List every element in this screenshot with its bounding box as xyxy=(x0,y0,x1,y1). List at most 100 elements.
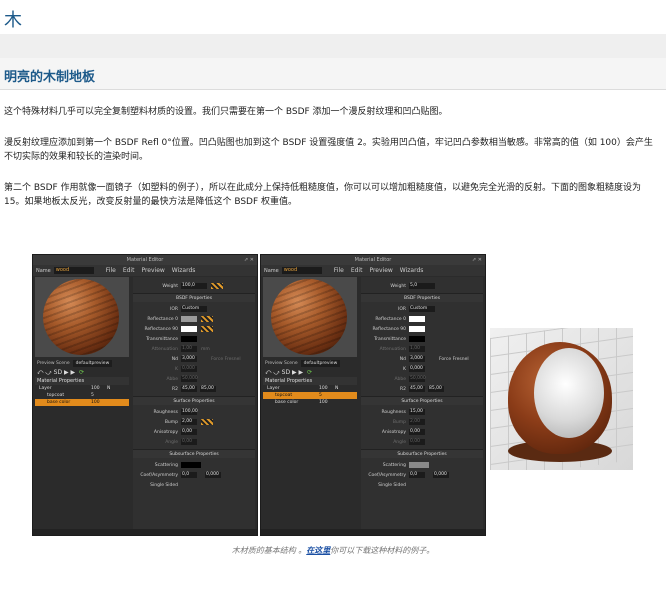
angle-field: 0,00 xyxy=(409,439,425,445)
reflectance-0-label: Reflectance 0 xyxy=(147,316,178,322)
transmittance-swatch xyxy=(181,336,197,342)
k-field: 0,000 xyxy=(409,366,425,372)
download-link[interactable]: 在这里 xyxy=(306,546,330,555)
editor-title: Material Editor xyxy=(354,257,392,263)
layer-row: base color 100 xyxy=(263,399,357,406)
weight-field: 5,0 xyxy=(409,283,435,289)
attenuation-row: Attenuation 1,00 mm xyxy=(133,344,255,354)
bump-row: Bump 2,00 xyxy=(133,417,255,427)
abbe-row: Abbe 50,000 xyxy=(361,374,483,384)
texture-slot-icon xyxy=(201,326,213,332)
angle-field: 0,00 xyxy=(181,439,197,445)
preview-viewport xyxy=(35,277,129,357)
window-buttons: ⇗ ✕ xyxy=(472,257,482,263)
layer-row-selected: base color 100 xyxy=(35,399,129,406)
layer-toolbar: ⤺ ⤻ SD ▶ ▶ ⟳ xyxy=(263,368,357,377)
coef-field-b: 0,000 xyxy=(205,472,221,478)
bsdf-properties-header: BSDF Properties xyxy=(361,293,483,302)
layer-row: Layer 100 N xyxy=(35,385,129,392)
scattering-swatch xyxy=(181,462,201,468)
roughness-row: Roughness 100,00 xyxy=(133,407,255,417)
r2-label: R2 xyxy=(400,386,406,392)
texture-slot-icon xyxy=(201,419,213,425)
coef-row: Coef/Asymmetry 0,0 0,000 xyxy=(361,470,483,480)
reflectance-90-row: Reflectance 90 xyxy=(361,324,483,334)
reflectance-0-row: Reflectance 0 xyxy=(133,314,255,324)
transmittance-label: Transmittance xyxy=(374,336,406,342)
coef-field-a: 0,0 xyxy=(409,472,425,478)
weight-field: 100,0 xyxy=(181,283,207,289)
roughness-row: Roughness 15,00 xyxy=(361,407,483,417)
name-field: wood xyxy=(53,267,94,274)
editor-menu: File Edit Preview Wizards xyxy=(106,267,196,274)
r2-field-a: 45,00 xyxy=(181,386,197,392)
layer-toolbar: ⤺ ⤻ SD ▶ ▶ ⟳ xyxy=(35,368,129,377)
bsdf-properties-header: BSDF Properties xyxy=(133,293,255,302)
texture-slot-icon xyxy=(211,283,223,289)
k-label: K xyxy=(175,366,178,372)
attenuation-field: 1,00 xyxy=(409,346,425,352)
anisotropy-row: Anisotropy 0,00 xyxy=(361,427,483,437)
material-properties-label: Material Properties xyxy=(35,377,129,385)
r2-row: R2 45,00 85,00 xyxy=(133,384,255,394)
editor-properties-column: Weight 100,0 BSDF Properties IOR Custom Re… xyxy=(133,277,255,533)
nd-row: Nd 3,000 Force Fresnel xyxy=(361,354,483,364)
layer-name: base color xyxy=(275,400,299,405)
single-sided-row: Single Sided xyxy=(361,480,483,490)
editor-name-bar: Name wood File Edit Preview Wizards xyxy=(33,265,257,276)
ior-select: Custom xyxy=(181,306,207,312)
reflectance-0-row: Reflectance 0 xyxy=(361,314,483,324)
subsurface-properties-header: Subsurface Properties xyxy=(133,449,255,458)
scattering-swatch xyxy=(409,462,429,468)
transmittance-row: Transmittance xyxy=(361,334,483,344)
layer-name: topcoat xyxy=(47,393,65,398)
layer-mode: N xyxy=(107,386,111,391)
render-inner-sphere xyxy=(534,348,604,438)
layer-tool-icons: ⤺ ⤻ SD ▶ ▶ xyxy=(265,368,304,376)
angle-label: Angle xyxy=(165,439,178,445)
abbe-field: 50,000 xyxy=(409,376,426,382)
caption-text-before: 木材质的基本结构 。 xyxy=(231,546,307,555)
roughness-field: 100,00 xyxy=(181,409,198,415)
roughness-label: Roughness xyxy=(381,409,406,415)
menu-wizards: Wizards xyxy=(399,267,424,274)
attenuation-row: Attenuation 1,00 xyxy=(361,344,483,354)
preview-scene-label: Preview Scene xyxy=(265,360,298,366)
editor-left-column: Preview Scene defaultpreview ⤺ ⤻ SD ▶ ▶ ⟳… xyxy=(35,277,129,533)
reflectance-90-swatch xyxy=(409,326,425,332)
editor-menu: File Edit Preview Wizards xyxy=(334,267,424,274)
abbe-row: Abbe 50,000 xyxy=(133,374,255,384)
anisotropy-label: Anisotropy xyxy=(153,429,178,435)
page-title: 木 xyxy=(4,10,22,31)
angle-row: Angle 0,00 xyxy=(361,437,483,447)
texture-slot-icon xyxy=(201,316,213,322)
bump-field: 2,00 xyxy=(409,419,425,425)
weight-row: Weight 100,0 xyxy=(133,281,255,291)
layer-value: 100 xyxy=(319,386,328,391)
material-editor-screenshot-right: Material Editor ⇗ ✕ Name wood File Edit … xyxy=(260,254,486,536)
paragraph-3: 第二个 BSDF 作用就像一面镜子（如塑料的例子），所以在此成分上保持低粗糙度值… xyxy=(4,183,642,207)
reflectance-90-label: Reflectance 90 xyxy=(144,326,178,332)
layer-name: topcoat xyxy=(275,393,293,398)
layer-value: 5 xyxy=(319,393,322,398)
menu-wizards: Wizards xyxy=(171,267,196,274)
bump-label: Bump xyxy=(164,419,178,425)
layer-name: Layer xyxy=(267,386,280,391)
reflectance-0-swatch xyxy=(181,316,197,322)
layer-name: base color xyxy=(47,400,71,405)
preview-scene-label: Preview Scene xyxy=(37,360,70,366)
ior-label: IOR xyxy=(398,306,406,312)
ior-row: IOR Custom xyxy=(361,304,483,314)
editor-properties-column: Weight 5,0 BSDF Properties IOR Custom Refl… xyxy=(361,277,483,533)
subsurface-properties-header: Subsurface Properties xyxy=(361,449,483,458)
layer-value: 100 xyxy=(91,386,100,391)
coef-field-b: 0,000 xyxy=(433,472,449,478)
wood-material-render-image xyxy=(490,328,633,470)
attenuation-label: Attenuation xyxy=(151,346,178,352)
scattering-label: Scattering xyxy=(154,462,178,468)
editor-statusbar xyxy=(261,529,485,535)
abbe-label: Abbe xyxy=(166,376,178,382)
layer-value: 100 xyxy=(91,400,100,405)
layer-value: 100 xyxy=(319,400,328,405)
coef-label: Coef/Asymmetry xyxy=(368,472,406,478)
